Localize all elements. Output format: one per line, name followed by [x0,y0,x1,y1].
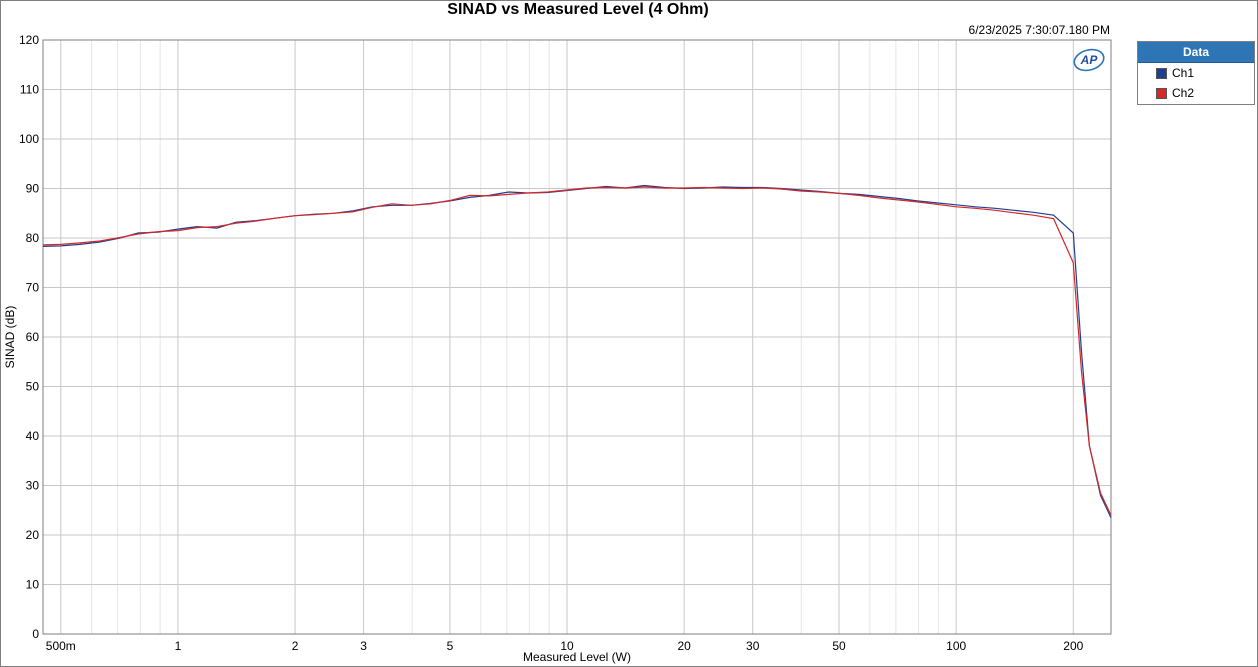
legend-title: Data [1138,42,1254,63]
x-tick-label: 100 [946,639,966,653]
y-tick-label: 110 [20,83,39,97]
y-tick-label: 10 [26,578,40,592]
x-axis-label: Measured Level (W) [523,650,631,664]
series-line-ch2 [42,186,1112,516]
ch1-swatch [1156,67,1167,79]
x-tick-label: 5 [447,639,454,653]
ch2-swatch [1156,87,1167,99]
x-tick-label: 200 [1063,639,1083,653]
y-tick-labels: 0 10 20 30 40 50 60 70 80 90 100 110 120 [19,33,39,641]
x-tick-label: 30 [746,639,760,653]
x-tick-label: 20 [678,639,692,653]
x-tick-label: 3 [360,639,367,653]
series-line-ch1 [42,184,1112,518]
legend: Data Ch1 Ch2 [1137,41,1255,105]
y-tick-label: 80 [26,231,40,245]
ap-logo-icon: AP [1073,48,1105,72]
y-tick-label: 30 [26,479,40,493]
x-tick-label: 500m [46,639,76,653]
grid [43,39,1111,635]
y-tick-label: 40 [26,429,40,443]
legend-item-ch1[interactable]: Ch1 [1138,63,1254,83]
plot-area: 0 10 20 30 40 50 60 70 80 90 100 110 120 500m 1 2 3 5 10 2… [3,33,1112,664]
svg-text:AP: AP [1080,53,1099,67]
y-axis-label: SINAD (dB) [3,306,17,369]
legend-label-ch2: Ch2 [1172,86,1195,100]
y-tick-label: 70 [26,281,40,295]
legend-label-ch1: Ch1 [1172,66,1195,80]
y-tick-label: 100 [19,132,39,146]
y-tick-label: 50 [26,380,40,394]
x-tick-label: 2 [292,639,299,653]
y-tick-label: 20 [26,528,40,542]
y-tick-label: 0 [32,627,39,641]
series-lines [42,184,1112,518]
y-tick-label: 60 [26,330,40,344]
x-tick-label: 50 [832,639,846,653]
y-tick-label: 90 [26,182,40,196]
y-tick-label: 120 [19,33,39,47]
x-tick-label: 1 [175,639,182,653]
legend-item-ch2[interactable]: Ch2 [1138,83,1254,103]
